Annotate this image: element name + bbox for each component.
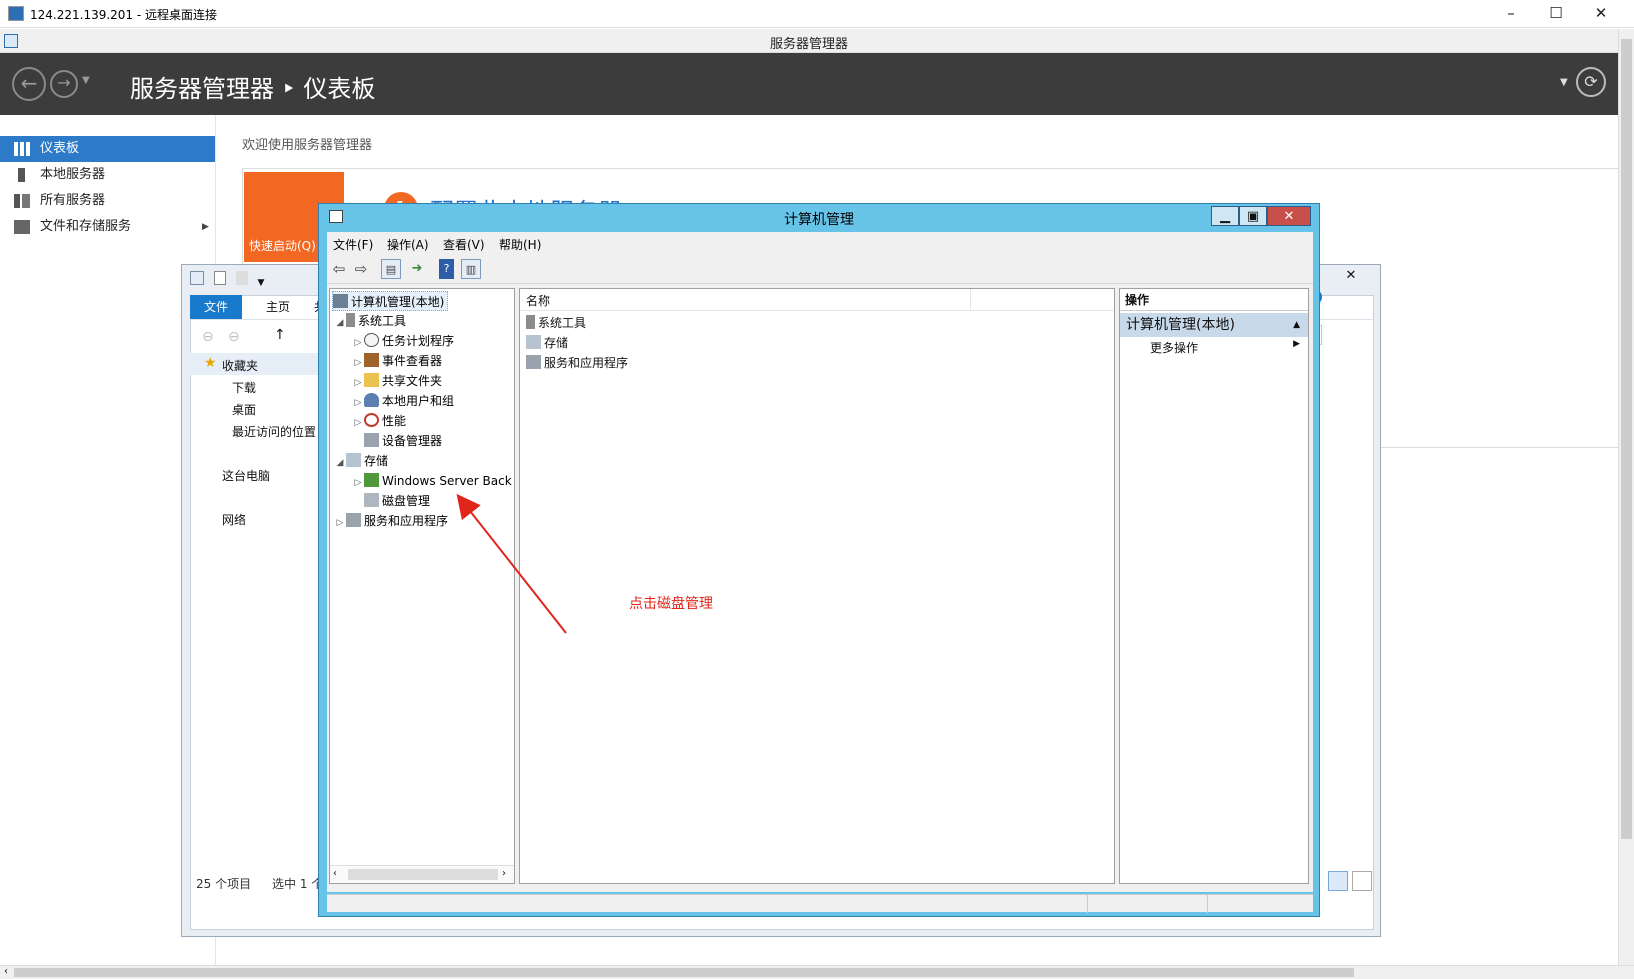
annotation-arrow <box>456 493 567 634</box>
scroll-thumb[interactable] <box>1621 39 1632 839</box>
vertical-scrollbar[interactable] <box>1618 29 1634 965</box>
scroll-thumb[interactable] <box>14 968 1354 977</box>
annotation-label: 点击磁盘管理 <box>629 596 713 612</box>
scroll-left-icon[interactable]: ‹ <box>4 966 8 977</box>
horizontal-scrollbar[interactable]: ‹ <box>0 965 1634 979</box>
